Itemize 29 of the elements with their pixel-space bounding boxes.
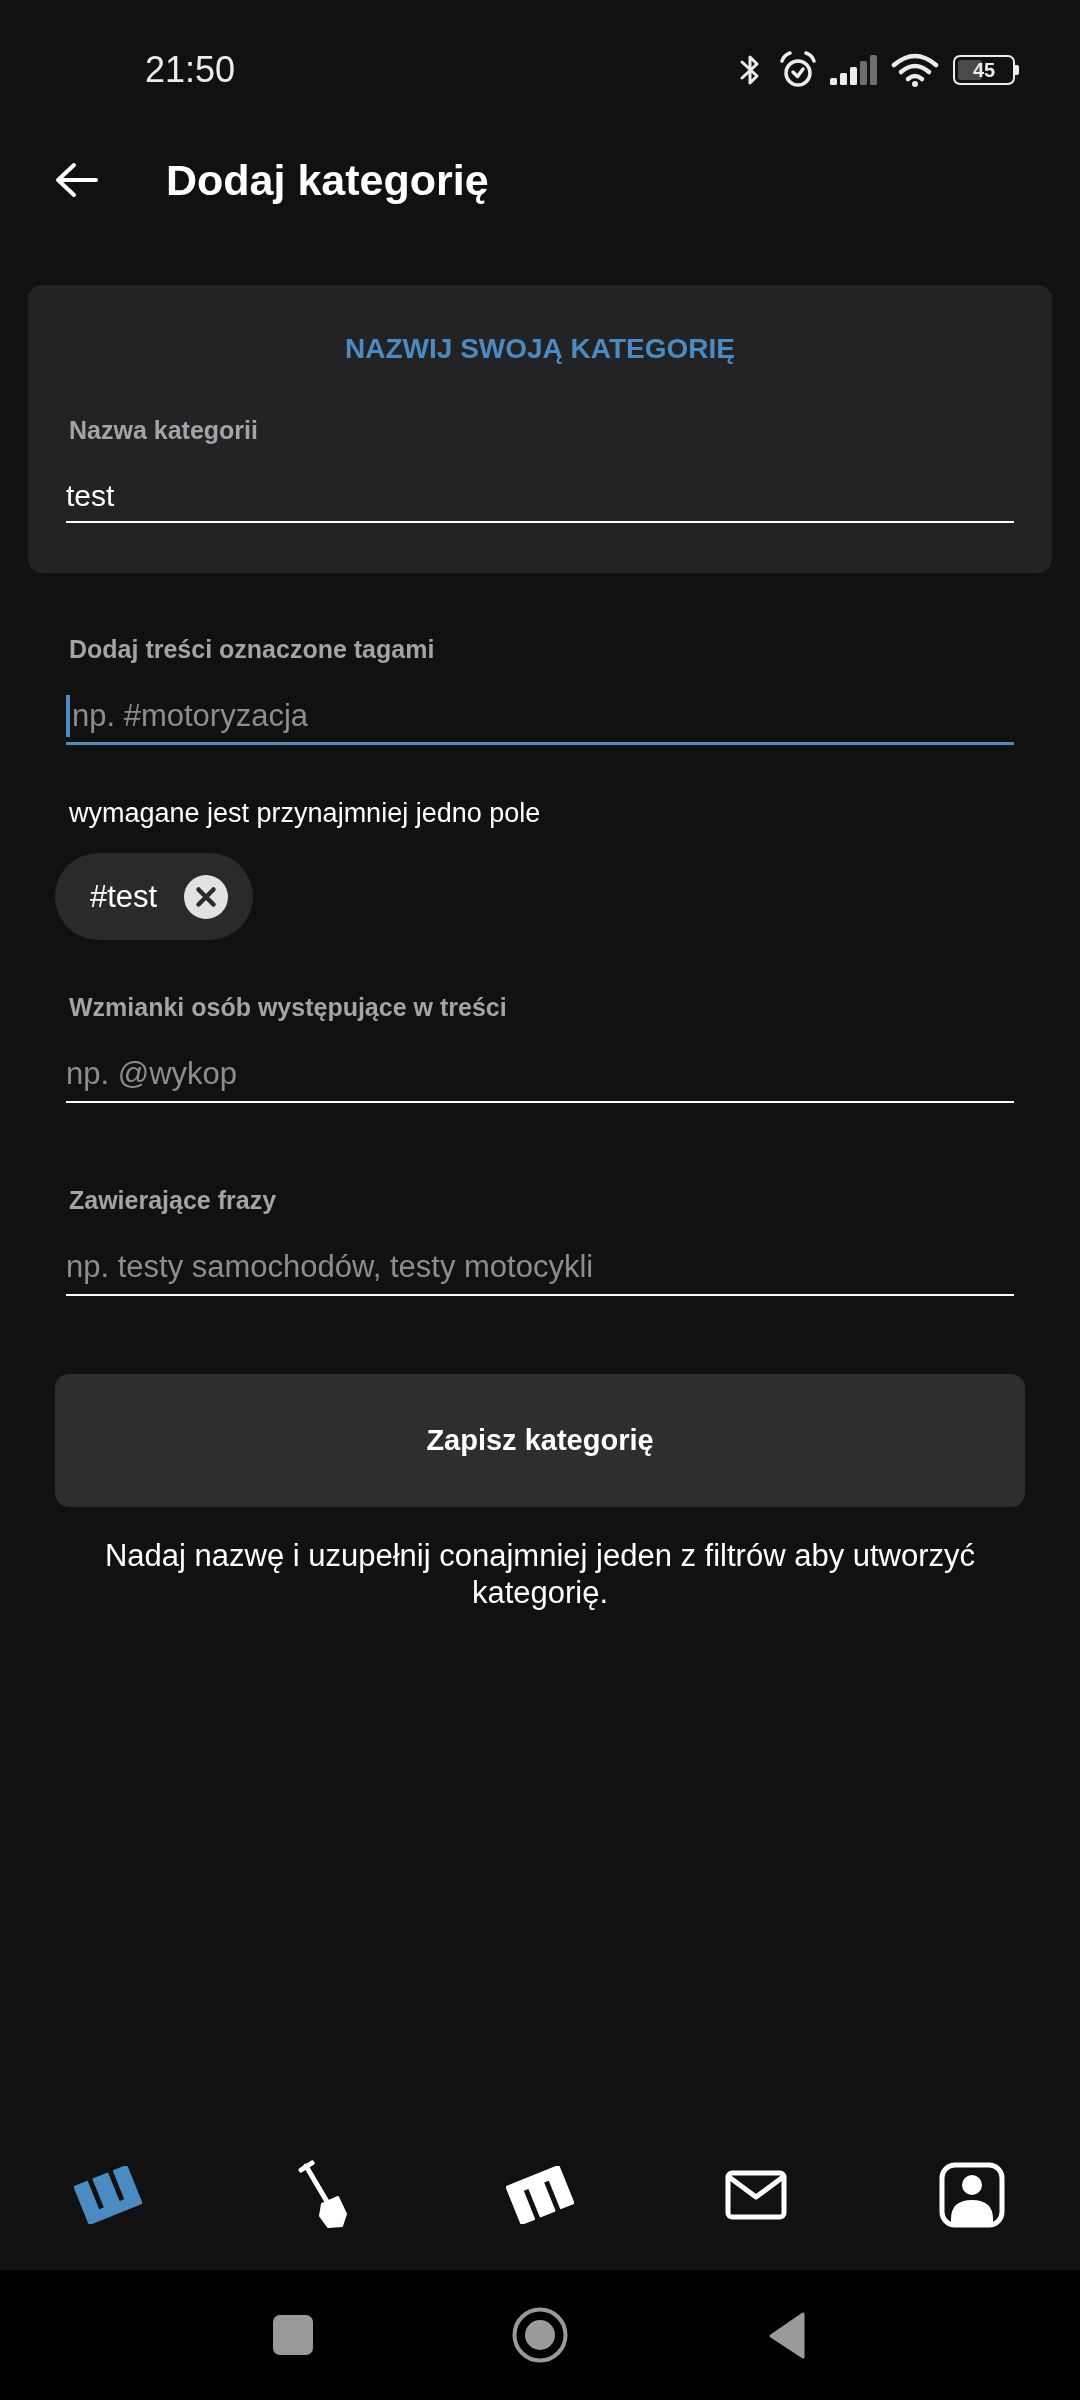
square-icon[interactable]: [273, 2315, 313, 2355]
status-time: 21:50: [145, 49, 236, 91]
hint-text: Nadaj nazwę i uzupełnij conajmniej jeden z filtrów aby utworzyć kategorię.: [103, 1537, 977, 1611]
card-heading: NAZWIJ SWOJĄ KATEGORIĘ: [344, 332, 736, 366]
profile-icon[interactable]: [939, 2162, 1005, 2228]
close-icon[interactable]: [184, 874, 229, 919]
category-name-field[interactable]: test: [66, 478, 1014, 523]
field-label: Zawierające frazy: [68, 1185, 278, 1215]
back-triangle-icon[interactable]: [768, 2311, 806, 2359]
field-label: Dodaj treści oznaczone tagami: [68, 634, 436, 664]
text-cursor-icon: [66, 695, 70, 737]
tilted-m-icon[interactable]: [506, 2166, 574, 2224]
tilted-w-icon[interactable]: [74, 2166, 142, 2224]
screen-title: Dodaj kategorię: [166, 155, 489, 205]
input-field[interactable]: np. testy samochodów, testy motocykli: [66, 1247, 1014, 1296]
shovel-icon[interactable]: [298, 2160, 350, 2230]
field-label: Wzmianki osób występujące w treści: [68, 992, 508, 1022]
ring-icon[interactable]: [512, 2307, 568, 2363]
input-field[interactable]: np. #motoryzacja: [66, 696, 1014, 745]
save-button[interactable]: Zapisz kategorię: [55, 1374, 1025, 1507]
alarm-icon: [778, 51, 818, 89]
wifi-icon: [891, 53, 939, 87]
input-field[interactable]: np. @wykop: [66, 1054, 1014, 1103]
signal-icon: [830, 55, 878, 85]
back-icon[interactable]: [54, 162, 98, 198]
tag-label: #test: [90, 878, 158, 915]
mail-icon[interactable]: [725, 2170, 787, 2220]
helper-text: wymagane jest przynajmniej jedno pole: [68, 797, 542, 829]
field-label: Nazwa kategorii: [68, 415, 259, 445]
